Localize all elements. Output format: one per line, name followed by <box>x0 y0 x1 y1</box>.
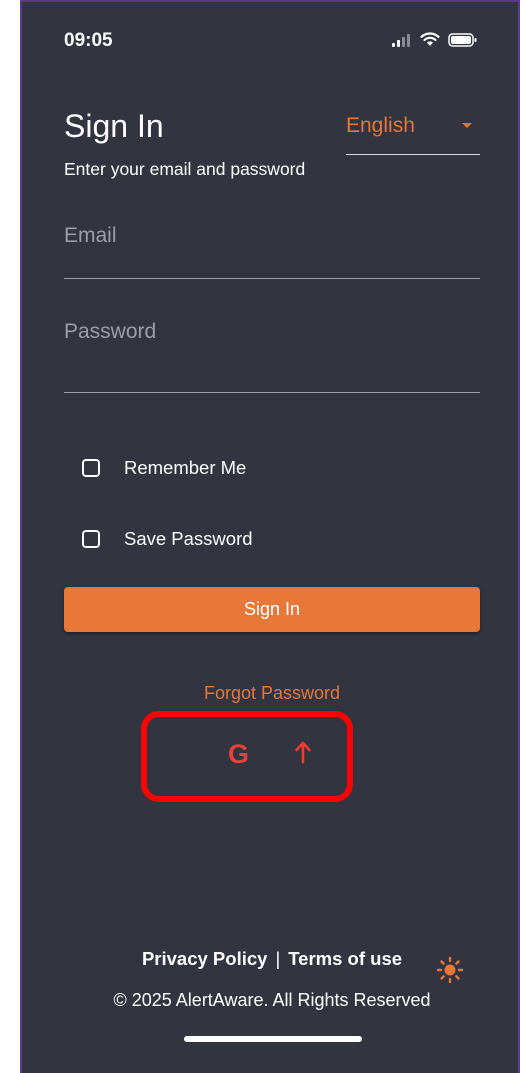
privacy-policy-link[interactable]: Privacy Policy <box>142 948 267 969</box>
status-icons <box>392 32 478 47</box>
language-selected: English <box>346 114 415 137</box>
save-password-label: Save Password <box>124 528 253 549</box>
language-select[interactable]: English <box>346 110 480 155</box>
wifi-icon <box>420 32 440 46</box>
password-field-wrapper <box>64 320 480 393</box>
sign-in-button[interactable]: Sign In <box>64 587 480 632</box>
save-password-row[interactable]: Save Password <box>82 528 253 550</box>
page-subtitle: Enter your email and password <box>64 159 306 179</box>
remember-me-checkbox[interactable] <box>82 459 100 477</box>
sun-icon[interactable] <box>436 956 464 984</box>
forgot-password-link[interactable]: Forgot Password <box>22 683 518 704</box>
email-field-wrapper <box>64 224 480 279</box>
phone-screen: 09:05 Sign In Enter your email and passw… <box>20 0 520 1073</box>
copyright-text: © 2025 AlertAware. All Rights Reserved <box>113 990 431 1010</box>
page-title: Sign In <box>64 108 164 144</box>
cellular-signal-icon <box>392 33 410 47</box>
battery-icon <box>448 32 477 47</box>
terms-of-use-link[interactable]: Terms of use <box>288 948 402 969</box>
google-icon[interactable]: G <box>228 739 249 770</box>
footer-separator: | <box>275 948 281 969</box>
status-time: 09:05 <box>64 30 113 51</box>
save-password-checkbox[interactable] <box>82 530 100 548</box>
home-indicator[interactable] <box>184 1036 362 1042</box>
dropdown-caret-icon <box>462 123 472 128</box>
remember-me-row[interactable]: Remember Me <box>82 457 246 479</box>
remember-me-label: Remember Me <box>124 457 247 478</box>
password-field[interactable] <box>64 320 480 344</box>
email-field[interactable] <box>64 224 480 248</box>
arrow-up-icon[interactable] <box>294 740 312 764</box>
